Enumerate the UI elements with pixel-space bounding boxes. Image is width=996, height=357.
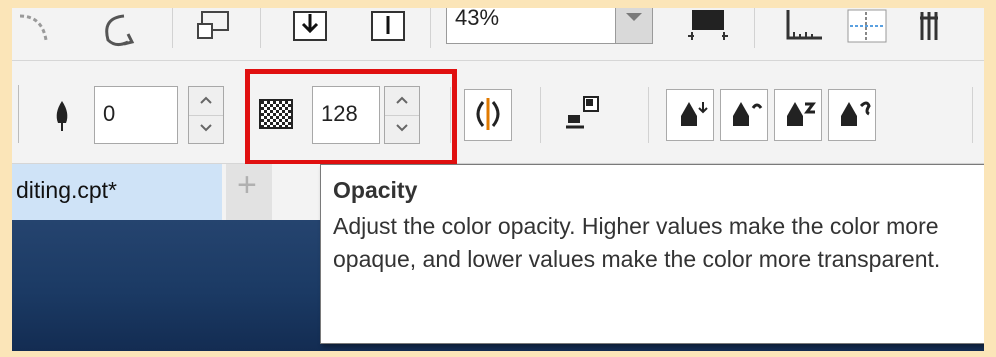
- separator: [260, 8, 261, 48]
- grid-icon[interactable]: [916, 8, 946, 48]
- feather-value-input[interactable]: 0: [94, 86, 178, 144]
- brush-tip-icon: [733, 102, 763, 126]
- zoom-level-input[interactable]: 43%: [446, 8, 616, 44]
- rotate-right-icon[interactable]: [98, 12, 142, 48]
- brush-mode-2-button[interactable]: [720, 89, 768, 141]
- symmetry-button[interactable]: [464, 89, 512, 141]
- chevron-down-icon: [626, 13, 642, 21]
- app-window: 43% 0 128 diting.cpt* + Opacity Adjust t…: [12, 8, 984, 351]
- standard-toolbar: 43%: [12, 8, 984, 61]
- brush-mode-4-button[interactable]: [828, 89, 876, 141]
- brush-tip-icon: [841, 101, 871, 126]
- screenshot-frame: 43% 0 128 diting.cpt* + Opacity Adjust t…: [0, 0, 996, 357]
- feather-increase-button[interactable]: [189, 87, 223, 116]
- separator: [18, 85, 19, 143]
- brush-tip-icon: [787, 102, 816, 126]
- property-bar: 0 128: [12, 61, 984, 164]
- feather-spinner[interactable]: [188, 86, 224, 144]
- chevron-down-icon: [200, 124, 212, 132]
- document-tab-label: diting.cpt*: [16, 177, 118, 203]
- feather-icon: [56, 101, 68, 131]
- full-screen-preview-icon[interactable]: [686, 8, 730, 48]
- separator: [972, 87, 973, 143]
- separator: [540, 87, 541, 143]
- brush-tip-icon: [681, 102, 708, 126]
- chevron-up-icon: [200, 96, 212, 104]
- feather-decrease-button[interactable]: [189, 115, 223, 143]
- separator: [754, 8, 755, 48]
- tooltip-title: Opacity: [333, 177, 418, 203]
- feather-value: 0: [103, 101, 116, 126]
- rotate-left-icon[interactable]: [16, 12, 56, 46]
- opacity-tooltip: Opacity Adjust the color opacity. Higher…: [320, 164, 984, 344]
- brush-mode-3-button[interactable]: [774, 89, 822, 141]
- export-icon[interactable]: [368, 10, 408, 44]
- separator: [648, 87, 649, 143]
- separator: [430, 8, 431, 48]
- zoom-dropdown-button[interactable]: [615, 8, 653, 44]
- opacity-highlight-box: [245, 69, 457, 165]
- separator: [172, 8, 173, 48]
- rulers-icon[interactable]: [782, 8, 826, 48]
- add-tab-button[interactable]: +: [226, 164, 272, 220]
- brush-mode-1-button[interactable]: [666, 89, 714, 141]
- import-icon[interactable]: [290, 10, 330, 44]
- color-mode-icon[interactable]: [562, 91, 608, 139]
- plus-icon: +: [237, 166, 257, 204]
- document-tab[interactable]: diting.cpt*: [12, 164, 222, 220]
- guidelines-icon[interactable]: [846, 8, 890, 48]
- symmetry-icon: [476, 98, 500, 130]
- tooltip-body: Adjust the color opacity. Higher values …: [333, 213, 941, 272]
- transform-icon[interactable]: [196, 10, 236, 48]
